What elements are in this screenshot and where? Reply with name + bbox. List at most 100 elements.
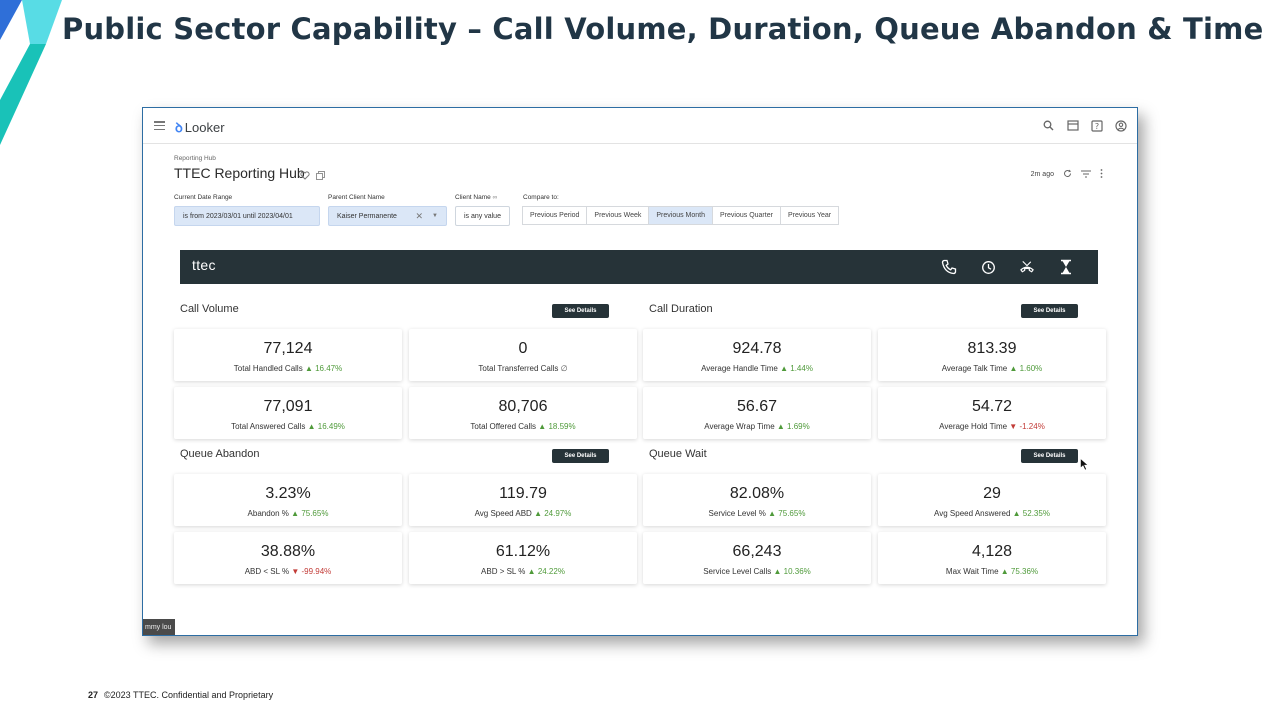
favorite-heart-icon[interactable]: [300, 167, 310, 185]
call-abandon-icon[interactable]: [1019, 259, 1035, 275]
slide-title: Public Sector Capability – Call Volume, …: [62, 12, 1264, 46]
presenter-name-tag: mmy lou: [143, 619, 175, 635]
see-details-button-queue-wait[interactable]: See Details: [1021, 449, 1078, 463]
see-details-button-call-duration[interactable]: See Details: [1021, 304, 1078, 318]
looker-logo[interactable]: ꝺ Looker: [175, 118, 225, 136]
metric-label: Average Handle Time: [701, 364, 778, 373]
metric-change: 52.35%: [1022, 509, 1050, 518]
help-icon[interactable]: ?: [1090, 119, 1103, 132]
clock-icon[interactable]: [980, 259, 996, 275]
metric-label: Abandon %: [247, 509, 289, 518]
metric-value: 56.67: [736, 398, 778, 415]
account-icon[interactable]: [1114, 119, 1127, 132]
marketplace-icon[interactable]: [1066, 119, 1079, 132]
looker-topbar: ꝺ Looker ?: [143, 108, 1137, 144]
metric-card-total-handled-calls[interactable]: 77,124 Total Handled Calls ▲ 16.47%: [174, 329, 402, 381]
metric-card-total-transferred-calls[interactable]: 0 Total Transferred Calls ∅: [409, 329, 637, 381]
trend-up-icon: ▲: [780, 364, 789, 373]
metric-change: 18.59%: [548, 422, 576, 431]
compare-option-previous-quarter[interactable]: Previous Quarter: [712, 206, 781, 225]
hourglass-icon[interactable]: [1058, 259, 1074, 275]
section-title-queue-abandon: Queue Abandon: [180, 448, 260, 460]
metric-label: Avg Speed ABD: [474, 509, 532, 518]
hamburger-menu-icon[interactable]: [154, 121, 165, 131]
copyright-text: ©2023 TTEC. Confidential and Proprietary: [104, 690, 274, 700]
phone-icon[interactable]: [941, 259, 957, 275]
metric-change: 75.36%: [1010, 567, 1039, 576]
metric-card-abandon-percent[interactable]: 3.23% Abandon % ▲ 75.65%: [174, 474, 402, 526]
compare-to-filter: Compare to: Previous Period Previous Wee…: [522, 194, 840, 225]
refresh-icon[interactable]: [1063, 169, 1072, 180]
metric-value: 4,128: [971, 543, 1013, 560]
metric-label: Service Level %: [708, 509, 766, 518]
breadcrumb[interactable]: Reporting Hub: [174, 155, 216, 162]
trend-up-icon: ▲: [304, 364, 313, 373]
metric-value: 119.79: [499, 485, 547, 502]
ttec-logo: ttec: [192, 257, 216, 273]
chevron-down-icon[interactable]: ▼: [432, 213, 438, 219]
no-change-icon: ∅: [560, 364, 568, 373]
metric-change: 16.49%: [317, 422, 345, 431]
see-details-button-call-volume[interactable]: See Details: [552, 304, 609, 318]
compare-option-previous-period[interactable]: Previous Period: [522, 206, 588, 225]
metric-change: 1.60%: [1019, 364, 1043, 373]
metric-change: 24.22%: [537, 567, 565, 576]
metric-card-average-hold-time[interactable]: 54.72 Average Hold Time ▼ -1.24%: [878, 387, 1106, 439]
metric-card-service-level-calls[interactable]: 66,243 Service Level Calls ▲ 10.36%: [643, 532, 871, 584]
compare-option-previous-year[interactable]: Previous Year: [779, 206, 840, 225]
slide-accent-graphic: [0, 0, 62, 145]
metric-card-average-wrap-time[interactable]: 56.67 Average Wrap Time ▲ 1.69%: [643, 387, 871, 439]
metric-card-average-handle-time[interactable]: 924.78 Average Handle Time ▲ 1.44%: [643, 329, 871, 381]
compare-option-previous-week[interactable]: Previous Week: [586, 206, 650, 225]
metric-card-total-offered-calls[interactable]: 80,706 Total Offered Calls ▲ 18.59%: [409, 387, 637, 439]
metric-card-avg-speed-abd[interactable]: 119.79 Avg Speed ABD ▲ 24.97%: [409, 474, 637, 526]
metric-card-average-talk-time[interactable]: 813.39 Average Talk Time ▲ 1.60%: [878, 329, 1106, 381]
metric-card-abd-under-sl[interactable]: 38.88% ABD < SL % ▼ -99.94%: [174, 532, 402, 584]
ttec-brand-bar: ttec: [180, 250, 1098, 284]
date-range-filter: Current Date Range is from 2023/03/01 un…: [174, 194, 320, 226]
metric-change: 1.44%: [790, 364, 813, 373]
search-icon[interactable]: [1042, 119, 1055, 132]
metric-card-service-level-percent[interactable]: 82.08% Service Level % ▲ 75.65%: [643, 474, 871, 526]
parent-client-select[interactable]: Kaiser Permanente ✕ ▼: [328, 206, 447, 226]
trend-up-icon: ▲: [534, 509, 542, 518]
clear-x-icon[interactable]: ✕: [416, 211, 424, 222]
metric-change: 24.97%: [544, 509, 572, 518]
metric-label: Total Answered Calls: [231, 422, 306, 431]
section-title-queue-wait: Queue Wait: [649, 448, 707, 460]
trend-down-icon: ▼: [291, 567, 300, 576]
mouse-cursor-icon: [1080, 457, 1089, 476]
metric-label: Average Wrap Time: [704, 422, 775, 431]
metric-label: ABD < SL %: [244, 567, 290, 576]
more-options-icon[interactable]: [1100, 169, 1103, 180]
metric-value: 3.23%: [265, 485, 311, 502]
metric-value: 66,243: [732, 543, 782, 560]
metric-label: Average Hold Time: [939, 422, 1008, 431]
metric-label: Max Wait Time: [945, 567, 999, 576]
metric-card-avg-speed-answered[interactable]: 29 Avg Speed Answered ▲ 52.35%: [878, 474, 1106, 526]
metric-change: 1.69%: [787, 422, 810, 431]
metric-change: 10.36%: [783, 567, 811, 576]
metric-card-total-answered-calls[interactable]: 77,091 Total Answered Calls ▲ 16.49%: [174, 387, 402, 439]
metric-card-max-wait-time[interactable]: 4,128 Max Wait Time ▲ 75.36%: [878, 532, 1106, 584]
client-name-input[interactable]: is any value: [455, 206, 510, 226]
trend-up-icon: ▲: [527, 567, 536, 576]
trend-up-icon: ▲: [291, 509, 300, 518]
metric-card-abd-over-sl[interactable]: 61.12% ABD > SL % ▲ 24.22%: [409, 532, 637, 584]
link-icon[interactable]: ∞: [493, 194, 498, 201]
looker-app-name: Looker: [184, 120, 225, 135]
compare-option-previous-month[interactable]: Previous Month: [648, 206, 714, 225]
trend-up-icon: ▲: [1000, 567, 1009, 576]
section-title-call-volume: Call Volume: [180, 303, 239, 315]
copy-icon[interactable]: [316, 167, 325, 185]
filter-icon[interactable]: [1081, 170, 1091, 180]
slide-footer: 27 ©2023 TTEC. Confidential and Proprieta…: [88, 690, 273, 700]
metric-value: 54.72: [971, 398, 1013, 415]
metric-label: Service Level Calls: [703, 567, 772, 576]
see-details-button-queue-abandon[interactable]: See Details: [552, 449, 609, 463]
parent-client-label: Parent Client Name: [328, 194, 385, 201]
date-range-input[interactable]: is from 2023/03/01 until 2023/04/01: [174, 206, 320, 226]
client-name-label: Client Name: [455, 194, 491, 201]
trend-down-icon: ▼: [1009, 422, 1018, 431]
metric-label: Total Handled Calls: [233, 364, 303, 373]
